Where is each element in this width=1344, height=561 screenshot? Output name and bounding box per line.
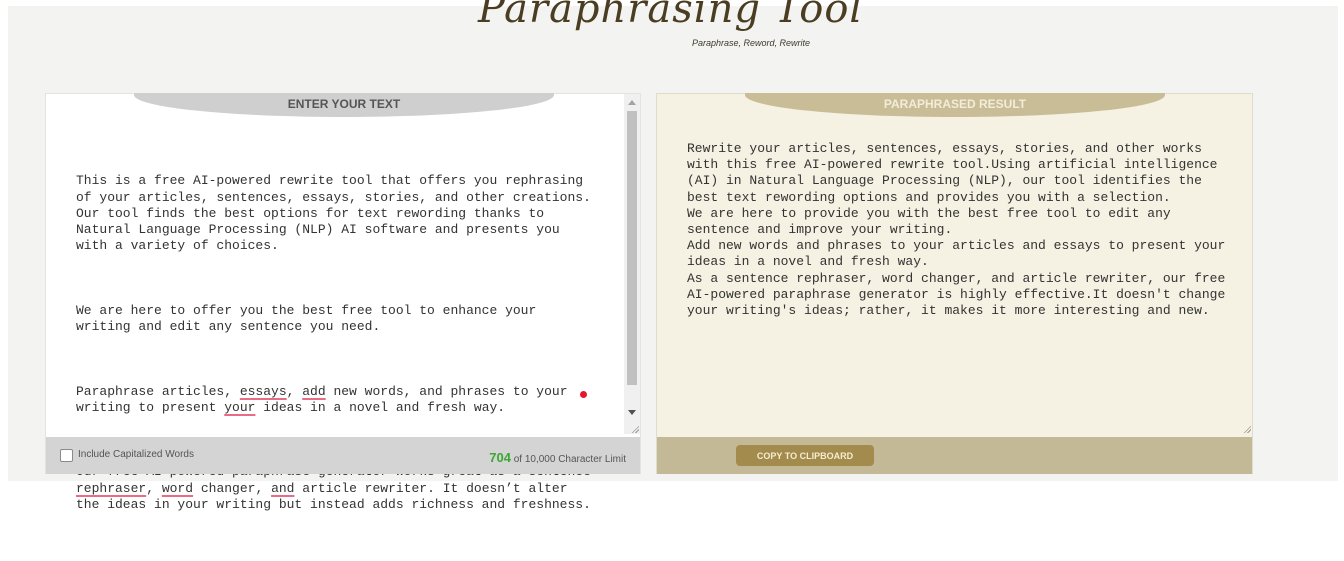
logo-title: Paraphrasing Tool <box>478 0 864 32</box>
text-segment: , <box>146 480 162 496</box>
input-paragraph-3: Paraphrase articles, essays, add new wor… <box>76 384 596 416</box>
spelling-flag[interactable]: your <box>224 400 255 415</box>
input-paragraph-1: This is a free AI-powered rewrite tool t… <box>76 173 599 254</box>
spelling-flag[interactable]: word <box>162 481 193 496</box>
output-tab-label: PARAPHRASED RESULT <box>745 93 1165 117</box>
character-counter: 704 of 10,000 Character Limit <box>489 450 626 465</box>
input-tab-label: ENTER YOUR TEXT <box>134 93 554 117</box>
result-textarea[interactable]: Rewrite your articles, sentences, essays… <box>687 141 1232 319</box>
input-panel: ENTER YOUR TEXT This is a free AI-powere… <box>45 93 641 512</box>
status-dot <box>580 391 587 398</box>
spelling-flag[interactable]: rephraser <box>76 481 146 496</box>
site-logo[interactable]: Paraphrasing Tool Paraphrase, Reword, Re… <box>478 0 862 52</box>
input-textarea[interactable]: This is a free AI-powered rewrite tool t… <box>76 141 596 561</box>
logo-subtitle: Paraphrase, Reword, Rewrite <box>692 38 811 48</box>
text-segment: changer, <box>193 480 272 496</box>
output-panel: PARAPHRASED RESULT Rewrite your articles… <box>656 93 1253 474</box>
spelling-flag[interactable]: and <box>271 481 294 496</box>
character-count-value: 704 <box>489 450 511 465</box>
input-scrollbar[interactable] <box>624 94 640 434</box>
output-footer: COPY TO CLIPBOARD <box>657 437 1252 474</box>
input-footer: Include Capitalized Words 704 of 10,000 … <box>46 437 640 474</box>
character-limit-text: of 10,000 Character Limit <box>510 454 626 465</box>
spelling-flag[interactable]: essays <box>240 384 287 399</box>
resize-grip-icon[interactable] <box>1243 425 1251 433</box>
text-segment: ideas in a novel and fresh way. <box>255 399 506 415</box>
input-paragraph-2: We are here to offer you the best free t… <box>76 302 545 335</box>
spelling-flag[interactable]: add <box>302 384 325 399</box>
text-segment: Paraphrase articles, <box>76 383 240 399</box>
copy-to-clipboard-button[interactable]: COPY TO CLIPBOARD <box>736 445 874 466</box>
capitalized-words-checkbox[interactable] <box>60 449 73 462</box>
arrow-up-icon[interactable] <box>628 100 636 105</box>
text-segment: , <box>286 383 303 399</box>
arrow-down-icon[interactable] <box>628 410 636 415</box>
scroll-thumb[interactable] <box>627 111 637 385</box>
capitalized-words-label[interactable]: Include Capitalized Words <box>78 449 194 460</box>
resize-grip-icon[interactable] <box>631 425 639 433</box>
